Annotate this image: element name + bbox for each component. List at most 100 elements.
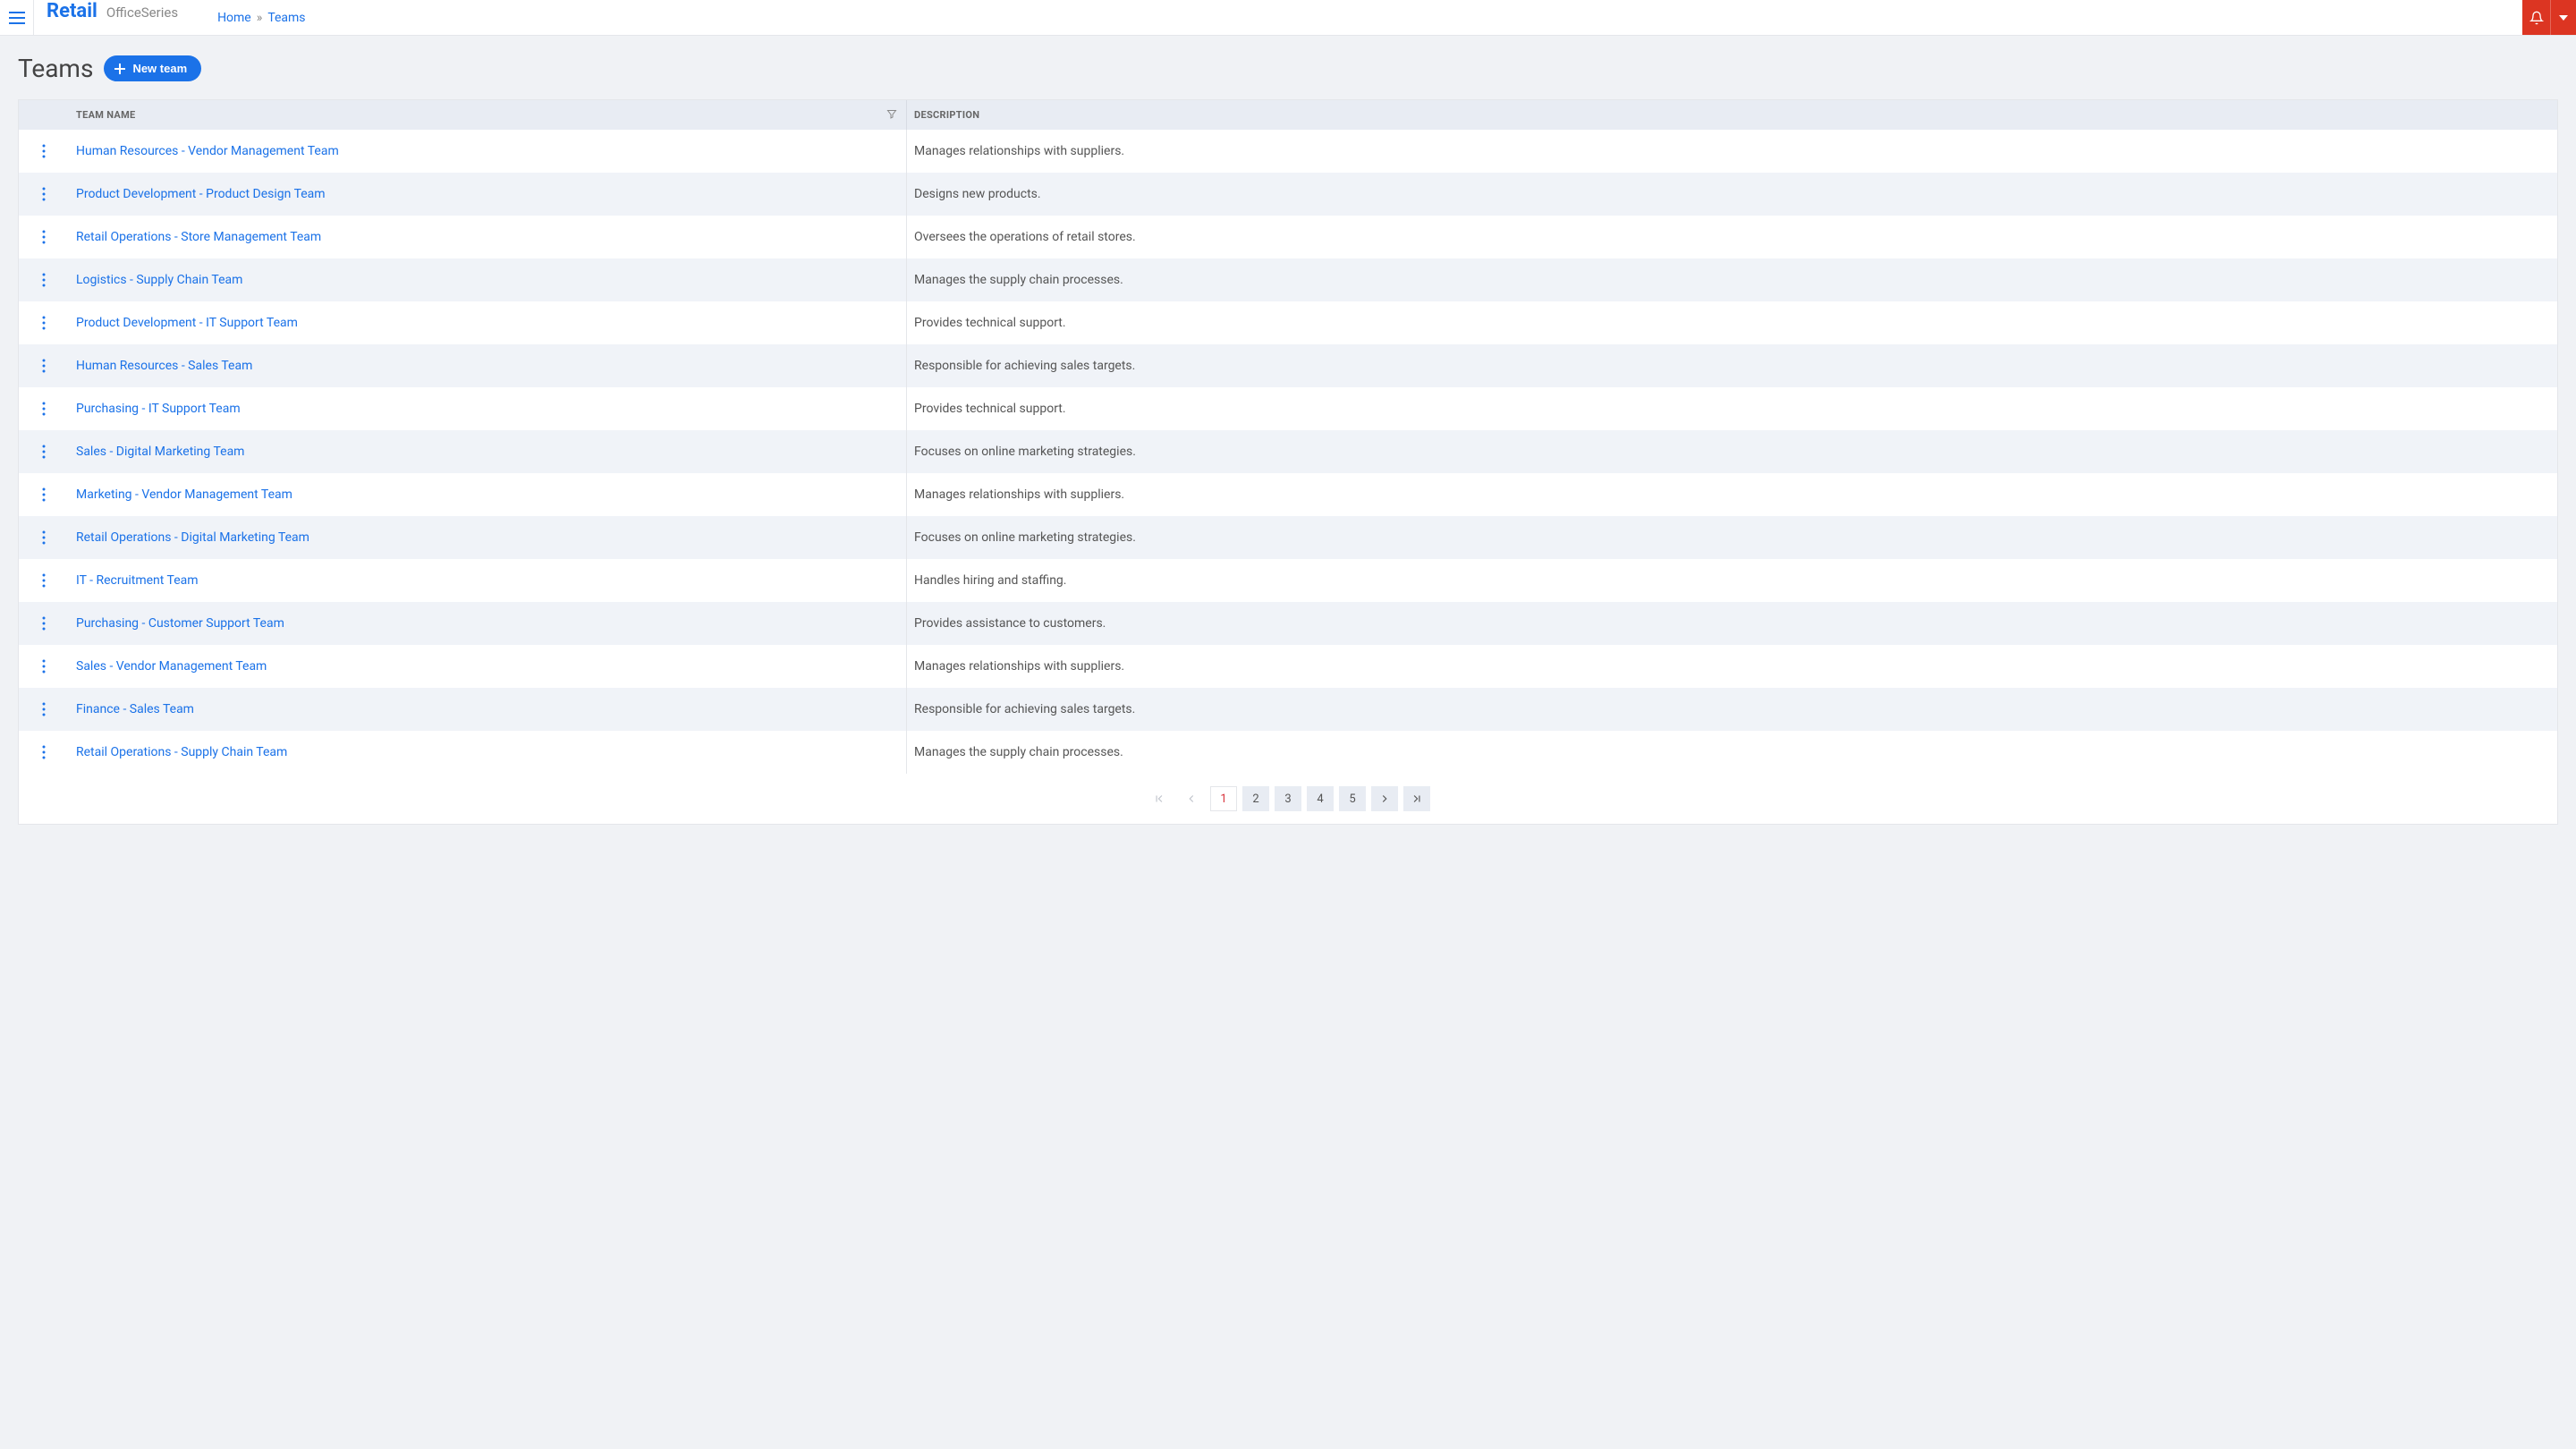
- team-description: Focuses on online marketing strategies.: [907, 430, 2557, 473]
- page-last-button[interactable]: [1403, 786, 1430, 811]
- team-description: Responsible for achieving sales targets.: [907, 688, 2557, 731]
- table-row: Product Development - Product Design Tea…: [19, 173, 2557, 216]
- new-team-button[interactable]: New team: [104, 55, 201, 81]
- column-header-name-label: Team Name: [76, 109, 136, 121]
- more-vertical-icon: [42, 445, 46, 459]
- more-vertical-icon: [42, 530, 46, 545]
- team-name-link[interactable]: Retail Operations - Store Management Tea…: [76, 230, 321, 244]
- row-actions-button[interactable]: [38, 656, 49, 677]
- team-name-link[interactable]: Retail Operations - Supply Chain Team: [76, 745, 287, 759]
- more-vertical-icon: [42, 144, 46, 158]
- table-row: Logistics - Supply Chain TeamManages the…: [19, 258, 2557, 301]
- page-title: Teams: [18, 54, 93, 83]
- team-description: Manages the supply chain processes.: [907, 731, 2557, 774]
- table-row: Finance - Sales Team Responsible for achi…: [19, 688, 2557, 731]
- team-name-link[interactable]: Purchasing - IT Support Team: [76, 402, 241, 416]
- brand: Retail OfficeSeries: [34, 0, 191, 35]
- row-actions-button[interactable]: [38, 183, 49, 205]
- table-row: Human Resources - Vendor Management Team…: [19, 130, 2557, 173]
- row-actions-button[interactable]: [38, 484, 49, 505]
- table-row: IT - Recruitment Team Handles hiring and …: [19, 559, 2557, 602]
- table-row: Marketing - Vendor Management Team Manage…: [19, 473, 2557, 516]
- row-actions-button[interactable]: [38, 226, 49, 248]
- page-number-4[interactable]: 4: [1307, 786, 1334, 811]
- breadcrumb-separator: »: [257, 11, 263, 25]
- page-number-2[interactable]: 2: [1242, 786, 1269, 811]
- page-number-1: 1: [1210, 786, 1237, 811]
- brand-main: Retail: [47, 0, 97, 22]
- page-next-button[interactable]: [1371, 786, 1398, 811]
- topbar-right: [2522, 0, 2576, 35]
- column-header-name[interactable]: Team Name: [69, 100, 907, 130]
- breadcrumb-home-link[interactable]: Home: [217, 11, 251, 25]
- row-actions-button[interactable]: [38, 741, 49, 763]
- plus-icon: [114, 64, 125, 74]
- teams-table: Team Name Description Human Resources - …: [18, 99, 2558, 825]
- team-name-link[interactable]: Marketing - Vendor Management Team: [76, 487, 292, 502]
- team-name-link[interactable]: Retail Operations - Digital Marketing Te…: [76, 530, 309, 545]
- table-row: Sales - Vendor Management Team Manages re…: [19, 645, 2557, 688]
- team-description: Manages relationships with suppliers.: [907, 645, 2557, 688]
- more-vertical-icon: [42, 573, 46, 588]
- table-row: Retail Operations - Digital Marketing Te…: [19, 516, 2557, 559]
- team-name-link[interactable]: Sales - Vendor Management Team: [76, 659, 267, 674]
- more-vertical-icon: [42, 702, 46, 716]
- row-actions-button[interactable]: [38, 699, 49, 720]
- more-vertical-icon: [42, 273, 46, 287]
- row-actions-button[interactable]: [38, 527, 49, 548]
- page-number-5[interactable]: 5: [1339, 786, 1366, 811]
- notifications-button[interactable]: [2522, 0, 2551, 35]
- page-prev-button: [1178, 786, 1205, 811]
- team-description: Manages relationships with suppliers.: [907, 130, 2557, 173]
- table-row: Retail Operations - Supply Chain Team Man…: [19, 731, 2557, 774]
- column-header-description[interactable]: Description: [907, 100, 2557, 130]
- caret-down-icon: [2559, 15, 2568, 21]
- page-first-button: [1146, 786, 1173, 811]
- table-row: Purchasing - IT Support TeamProvides tec…: [19, 387, 2557, 430]
- team-name-link[interactable]: Product Development - IT Support Team: [76, 316, 298, 330]
- row-actions-button[interactable]: [38, 441, 49, 462]
- team-name-link[interactable]: IT - Recruitment Team: [76, 573, 199, 588]
- table-row: Retail Operations - Store Management Tea…: [19, 216, 2557, 258]
- team-name-link[interactable]: Human Resources - Vendor Management Team: [76, 144, 339, 158]
- filter-button[interactable]: [886, 108, 897, 122]
- team-description: Handles hiring and staffing.: [907, 559, 2557, 602]
- row-actions-button[interactable]: [38, 613, 49, 634]
- page-first-icon: [1153, 792, 1165, 805]
- more-vertical-icon: [42, 230, 46, 244]
- row-actions-button[interactable]: [38, 355, 49, 377]
- filter-icon: [886, 108, 897, 119]
- table-row: Sales - Digital Marketing Team Focuses on…: [19, 430, 2557, 473]
- table-row: Purchasing - Customer Support TeamProvid…: [19, 602, 2557, 645]
- more-vertical-icon: [42, 616, 46, 631]
- bell-icon: [2529, 11, 2544, 25]
- row-actions-button[interactable]: [38, 312, 49, 334]
- menu-toggle-button[interactable]: [0, 0, 34, 35]
- page-number-3[interactable]: 3: [1275, 786, 1301, 811]
- breadcrumb-current: Teams: [267, 11, 305, 25]
- team-name-link[interactable]: Sales - Digital Marketing Team: [76, 445, 244, 459]
- topbar: Retail OfficeSeries Home » Teams: [0, 0, 2576, 36]
- team-name-link[interactable]: Human Resources - Sales Team: [76, 359, 252, 373]
- row-actions-button[interactable]: [38, 269, 49, 291]
- new-team-button-label: New team: [132, 62, 187, 75]
- more-vertical-icon: [42, 659, 46, 674]
- more-vertical-icon: [42, 402, 46, 416]
- team-name-link[interactable]: Finance - Sales Team: [76, 702, 194, 716]
- page-body: Teams New team Team Name Description: [0, 36, 2576, 843]
- team-description: Provides technical support.: [907, 301, 2557, 344]
- row-actions-button[interactable]: [38, 140, 49, 162]
- team-name-link[interactable]: Purchasing - Customer Support Team: [76, 616, 284, 631]
- team-description: Manages relationships with suppliers.: [907, 473, 2557, 516]
- more-vertical-icon: [42, 316, 46, 330]
- more-vertical-icon: [42, 187, 46, 201]
- team-name-link[interactable]: Product Development - Product Design Tea…: [76, 187, 326, 201]
- chevron-right-icon: [1378, 792, 1391, 805]
- more-vertical-icon: [42, 359, 46, 373]
- team-name-link[interactable]: Logistics - Supply Chain Team: [76, 273, 242, 287]
- row-actions-button[interactable]: [38, 398, 49, 419]
- row-actions-button[interactable]: [38, 570, 49, 591]
- team-description: Designs new products.: [907, 173, 2557, 216]
- user-menu-button[interactable]: [2551, 0, 2576, 35]
- more-vertical-icon: [42, 487, 46, 502]
